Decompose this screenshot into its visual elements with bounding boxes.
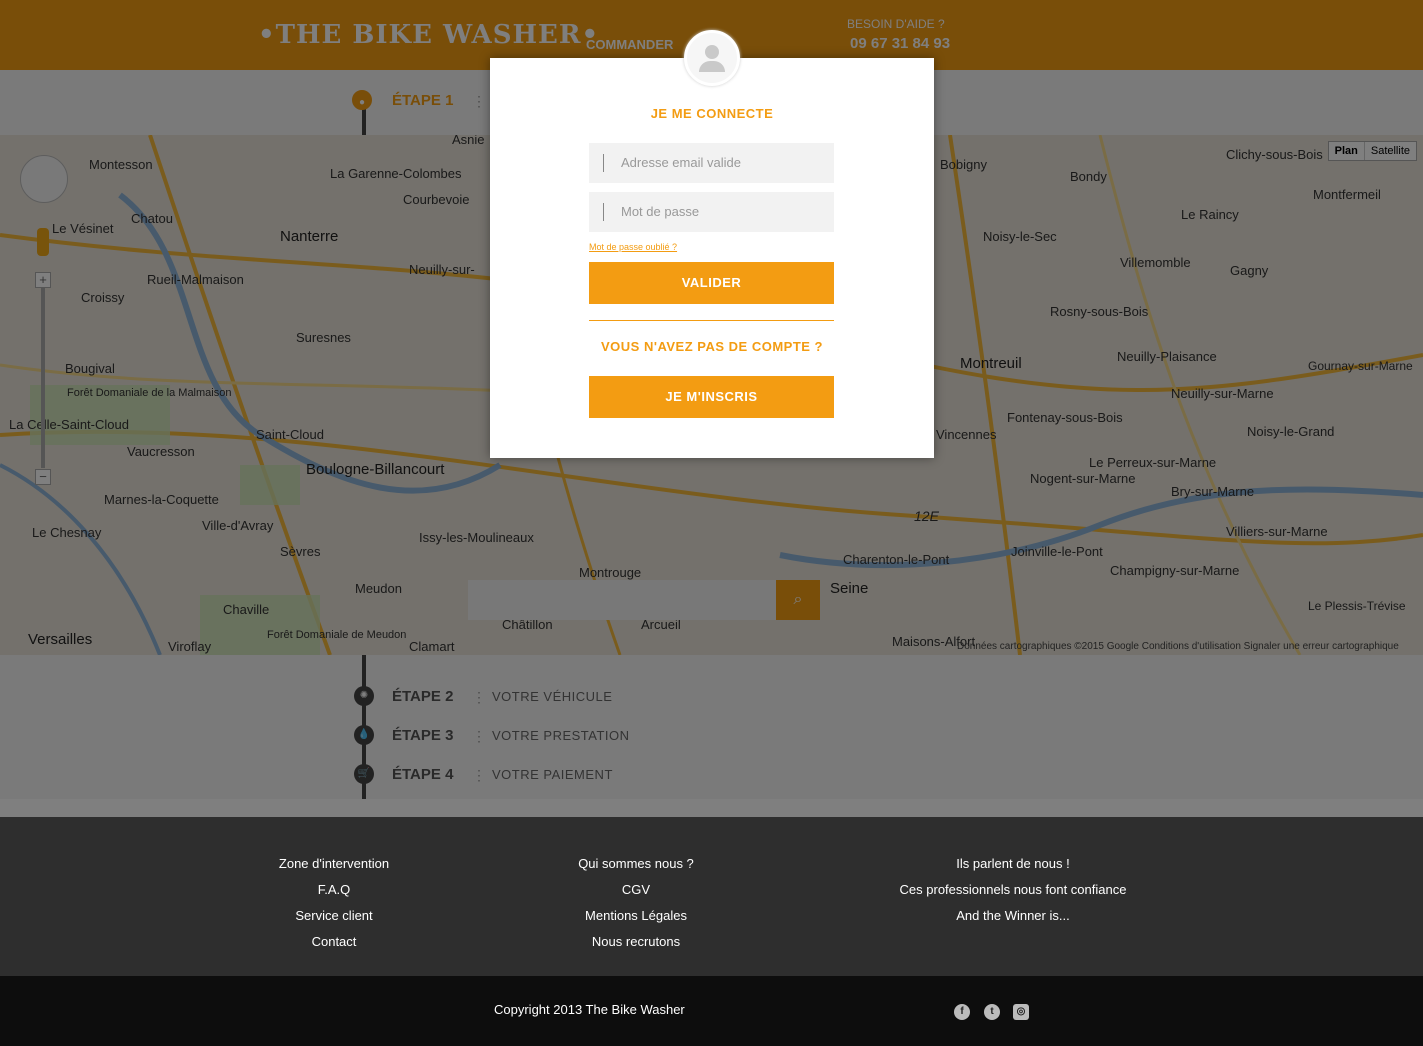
footer-link[interactable]: Zone d'intervention — [234, 855, 434, 881]
twitter-icon[interactable]: t — [984, 1004, 1000, 1020]
login-title: JE ME CONNECTE — [650, 106, 774, 121]
footer-link[interactable]: F.A.Q — [234, 881, 434, 907]
footer-link[interactable]: Service client — [234, 907, 434, 933]
user-avatar-icon — [684, 30, 740, 86]
email-placeholder: Adresse email valide — [621, 155, 741, 170]
instagram-icon[interactable]: ◎ — [1013, 1004, 1029, 1020]
password-placeholder: Mot de passe — [621, 204, 700, 219]
password-field[interactable]: Mot de passe — [589, 192, 834, 232]
footer-link[interactable]: Contact — [234, 933, 434, 959]
bottom-bar: Copyright 2013 The Bike Washer f t ◎ — [0, 976, 1423, 1046]
email-field[interactable]: Adresse email valide — [589, 143, 834, 183]
forgot-password-link[interactable]: Mot de passe oublié ? — [589, 242, 677, 252]
validate-button[interactable]: VALIDER — [589, 262, 834, 304]
no-account-label: VOUS N'AVEZ PAS DE COMPTE ? — [601, 339, 823, 354]
footer-link[interactable]: And the Winner is... — [863, 907, 1163, 933]
footer: Zone d'intervention F.A.Q Service client… — [0, 817, 1423, 976]
facebook-icon[interactable]: f — [954, 1004, 970, 1020]
copyright: Copyright 2013 The Bike Washer — [494, 1002, 685, 1017]
footer-col-3: Ils parlent de nous ! Ces professionnels… — [863, 855, 1163, 933]
footer-col-2: Qui sommes nous ? CGV Mentions Légales N… — [536, 855, 736, 959]
footer-col-1: Zone d'intervention F.A.Q Service client… — [234, 855, 434, 959]
footer-link[interactable]: CGV — [536, 881, 736, 907]
footer-link[interactable]: Ils parlent de nous ! — [863, 855, 1163, 881]
footer-link[interactable]: Qui sommes nous ? — [536, 855, 736, 881]
login-modal: JE ME CONNECTE Adresse email valide Mot … — [490, 30, 934, 458]
signup-button[interactable]: JE M'INSCRIS — [589, 376, 834, 418]
modal-divider — [589, 320, 834, 321]
footer-link[interactable]: Ces professionnels nous font confiance — [863, 881, 1163, 907]
footer-link[interactable]: Mentions Légales — [536, 907, 736, 933]
footer-link[interactable]: Nous recrutons — [536, 933, 736, 959]
